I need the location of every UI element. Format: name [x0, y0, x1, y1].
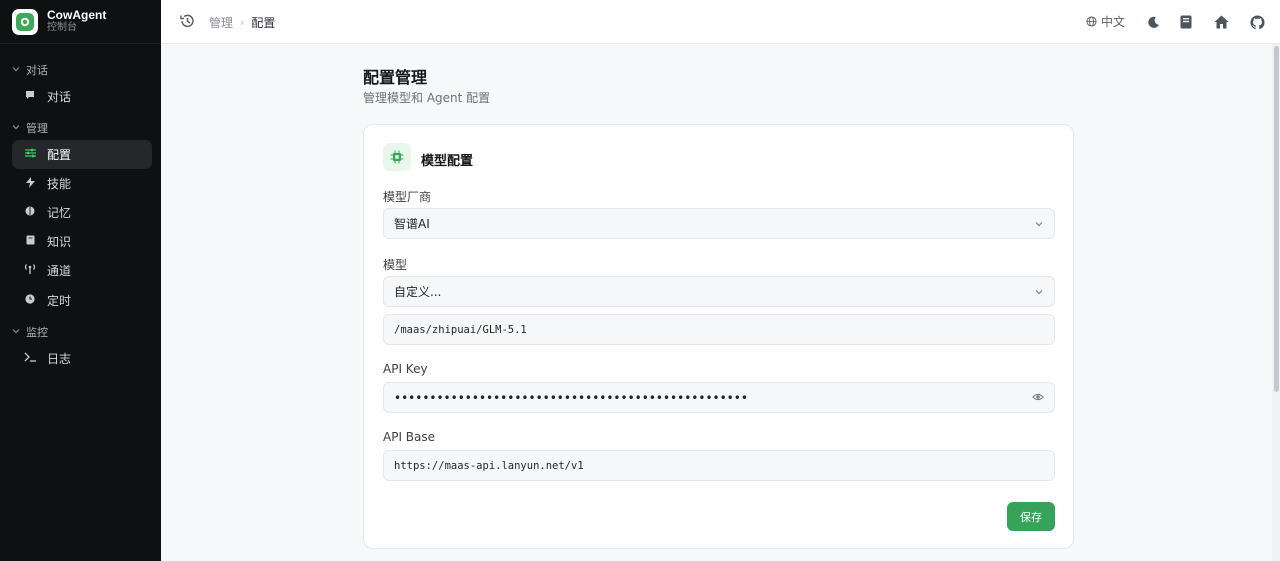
breadcrumb-item[interactable]: 管理: [209, 14, 233, 31]
chevron-down-icon: [1034, 218, 1044, 232]
sidebar-item-label: 对话: [47, 90, 72, 104]
language-label: 中文: [1101, 15, 1126, 29]
breadcrumb: 管理 › 配置: [209, 14, 275, 31]
antenna-icon: [24, 264, 36, 277]
sidebar-item-label: 知识: [47, 235, 72, 249]
chevron-down-icon: [12, 123, 22, 134]
book-icon: [24, 235, 36, 248]
docs-book-icon[interactable]: [1177, 13, 1195, 31]
sidebar-item-label: 记忆: [47, 206, 72, 220]
custom-model-input[interactable]: /maas/zhipuai/GLM-5.1: [383, 314, 1055, 345]
bolt-icon: [24, 176, 36, 191]
api-key-value: ••••••••••••••••••••••••••••••••••••••••…: [394, 390, 748, 405]
clock-icon: [24, 294, 36, 307]
api-key-label: API Key: [383, 362, 428, 376]
breadcrumb-current: 配置: [251, 16, 276, 30]
nav-group-chat[interactable]: 对话: [12, 62, 48, 78]
brain-icon: [24, 206, 36, 219]
home-icon[interactable]: [1212, 13, 1230, 31]
sidebar-item-label: 定时: [47, 294, 72, 308]
model-label: 模型: [383, 258, 408, 272]
nav-group-monitor[interactable]: 监控: [12, 324, 48, 340]
chip-icon: [383, 143, 411, 171]
sidebar-item-skills[interactable]: 技能: [12, 169, 152, 198]
api-base-input[interactable]: https://maas-api.lanyun.net/v1: [383, 450, 1055, 481]
api-base-value: https://maas-api.lanyun.net/v1: [394, 459, 584, 472]
sidebar-item-memory[interactable]: 记忆: [12, 198, 152, 227]
nav-group-label: 监控: [26, 326, 48, 339]
sidebar-item-label: 配置: [47, 148, 72, 162]
eye-icon[interactable]: [1032, 391, 1044, 406]
sidebar-item-label: 日志: [47, 352, 72, 366]
sidebar-item-knowledge[interactable]: 知识: [12, 227, 152, 256]
topbar: 管理 › 配置 中文: [161, 0, 1280, 44]
sidebar-item-config[interactable]: 配置: [12, 140, 152, 169]
sliders-icon: [24, 148, 36, 161]
sidebar-item-channels[interactable]: 通道: [12, 256, 152, 285]
sidebar-item-label: 技能: [47, 177, 72, 191]
model-config-card: 模型配置 模型厂商 智谱AI 模型 自定义... /maas/zhipuai/G…: [363, 124, 1074, 549]
chevron-down-icon: [12, 327, 22, 338]
nav-group-label: 管理: [26, 122, 48, 135]
api-key-input[interactable]: ••••••••••••••••••••••••••••••••••••••••…: [383, 382, 1055, 413]
github-icon[interactable]: [1248, 13, 1266, 31]
chevron-down-icon: [12, 65, 22, 76]
chevron-down-icon: [1034, 286, 1044, 300]
custom-model-value: /maas/zhipuai/GLM-5.1: [394, 323, 527, 336]
language-switcher[interactable]: 中文: [1086, 13, 1125, 30]
sidebar-item-chat[interactable]: 对话: [12, 82, 152, 111]
chat-icon: [24, 90, 36, 103]
save-button[interactable]: 保存: [1007, 502, 1055, 531]
model-select[interactable]: 自定义...: [383, 276, 1055, 307]
scrollbar-thumb[interactable]: [1274, 46, 1279, 392]
page-subtitle: 管理模型和 Agent 配置: [363, 91, 491, 105]
chevron-right-icon: ›: [240, 16, 245, 29]
logo: [12, 8, 38, 35]
sidebar: CowAgent 控制台 对话 对话 管理 配置 技能 记忆 知识 通道 定时 …: [0, 0, 161, 561]
brand: CowAgent 控制台: [0, 0, 161, 44]
app-subtitle: 控制台: [47, 22, 77, 33]
provider-label: 模型厂商: [383, 190, 432, 204]
provider-value: 智谱AI: [394, 217, 430, 231]
provider-select[interactable]: 智谱AI: [383, 208, 1055, 239]
page-title: 配置管理: [363, 68, 428, 87]
history-icon[interactable]: [179, 13, 195, 29]
sidebar-item-logs[interactable]: 日志: [12, 344, 152, 373]
nav-group-label: 对话: [26, 64, 48, 77]
sidebar-item-label: 通道: [47, 264, 72, 278]
api-base-label: API Base: [383, 430, 436, 444]
terminal-icon: [24, 352, 36, 365]
model-value: 自定义...: [394, 285, 442, 299]
card-title: 模型配置: [421, 154, 474, 169]
app-title: CowAgent: [47, 8, 107, 22]
globe-icon: [1086, 16, 1097, 27]
sidebar-item-schedule[interactable]: 定时: [12, 286, 152, 315]
nav-group-manage[interactable]: 管理: [12, 120, 48, 136]
moon-icon[interactable]: [1144, 13, 1162, 31]
